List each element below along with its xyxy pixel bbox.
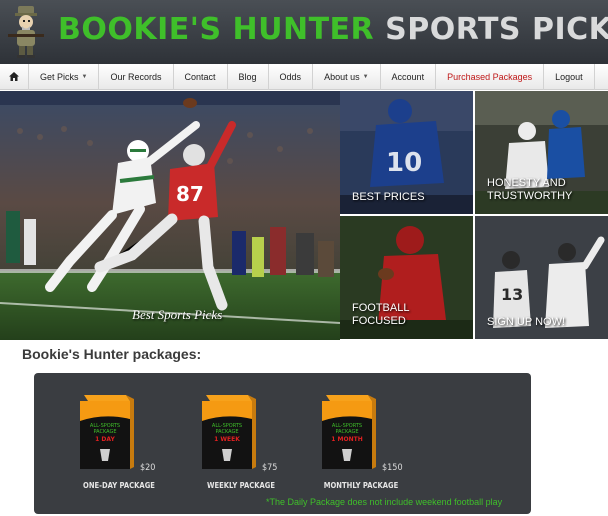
feature-tiles: 10 BEST PRICES HONESTY AND TRUSTWORTHY F…: [340, 91, 608, 340]
nav-home[interactable]: [0, 63, 29, 90]
nav-label: Blog: [238, 71, 257, 82]
home-icon: [9, 72, 19, 81]
nav-our-records[interactable]: Our Records: [99, 63, 174, 90]
tile-honesty[interactable]: HONESTY AND TRUSTWORTHY: [475, 91, 608, 214]
nav-get-picks[interactable]: Get Picks ▼: [29, 63, 100, 90]
nav-label: Our Records: [110, 71, 162, 82]
main-navigation: Get Picks ▼ Our Records Contact Blog Odds…: [0, 63, 608, 90]
nav-label: Contact: [184, 71, 216, 82]
nav-odds[interactable]: Odds: [269, 63, 314, 90]
nav-contact[interactable]: Contact: [174, 63, 228, 90]
nav-account[interactable]: Account: [381, 63, 437, 90]
package-box-image: ALL-SPORTS PACKAGE 1 DAY: [80, 395, 134, 469]
hunter-mascot-logo[interactable]: [6, 4, 46, 60]
box-title: ALL-SPORTS PACKAGE: [212, 423, 242, 435]
tile-football-focused[interactable]: FOOTBALL FOCUSED: [340, 216, 473, 339]
nav-purchased-packages[interactable]: Purchased Packages: [436, 63, 545, 90]
nav-blog[interactable]: Blog: [228, 63, 269, 90]
package-name: WEEKLY PACKAGE: [207, 481, 275, 490]
chevron-down-icon: ▼: [362, 73, 369, 80]
chevron-down-icon: ▼: [81, 73, 88, 80]
box-title: ALL-SPORTS PACKAGE: [90, 423, 120, 435]
nav-about-us[interactable]: About us ▼: [313, 63, 381, 90]
svg-text:10: 10: [386, 148, 422, 178]
svg-text:13: 13: [501, 285, 523, 304]
site-header: BOOKIE'S HUNTER SPORTS PICKS: [0, 0, 608, 64]
package-box-image: ALL-SPORTS PACKAGE 1 WEEK: [202, 395, 256, 469]
site-title-bookies: BOOKIE'S HUNTER: [58, 12, 375, 47]
box-duration: 1 DAY: [95, 436, 115, 443]
nav-label: Purchased Packages: [447, 71, 533, 82]
nav-label: Odds: [279, 71, 302, 82]
football-catch-photo: 87 Best Sports Picks: [0, 91, 340, 340]
tile-best-prices[interactable]: 10 BEST PRICES: [340, 91, 473, 214]
hero-caption: Best Sports Picks: [132, 307, 222, 322]
tile-label: BEST PRICES: [352, 191, 425, 203]
nav-label: Account: [391, 71, 425, 82]
package-box-image: ALL-SPORTS PACKAGE 1 MONTH: [322, 395, 376, 469]
site-title[interactable]: BOOKIE'S HUNTER SPORTS PICKS: [58, 12, 608, 47]
tile-label: HONESTY AND TRUSTWORTHY: [487, 177, 573, 202]
tile-label: SIGN UP NOW!: [487, 316, 566, 328]
box-title: ALL-SPORTS PACKAGE: [332, 423, 362, 435]
package-weekly[interactable]: ALL-SPORTS PACKAGE 1 WEEK $75 WEEKLY PACK…: [192, 387, 302, 497]
site-title-sports: SPORTS PICKS: [385, 12, 608, 47]
packages-heading: Bookie's Hunter packages:: [22, 346, 202, 362]
package-note: *The Daily Package does not include week…: [266, 497, 503, 507]
package-name: ONE-DAY PACKAGE: [83, 481, 155, 490]
hero-banner[interactable]: 87 Best Sports Picks: [0, 91, 340, 340]
packages-panel: ALL-SPORTS PACKAGE 1 DAY $20 ONE-DAY PACK…: [34, 373, 531, 514]
nav-logout[interactable]: Logout: [544, 63, 595, 90]
tile-sign-up[interactable]: 13 SIGN UP NOW!: [475, 216, 608, 339]
box-duration: 1 MONTH: [331, 436, 362, 443]
svg-text:87: 87: [176, 182, 204, 206]
nav-label: About us: [324, 71, 360, 82]
package-name: MONTHLY PACKAGE: [323, 481, 399, 490]
package-one-day[interactable]: ALL-SPORTS PACKAGE 1 DAY $20 ONE-DAY PACK…: [70, 387, 180, 497]
tile-label: FOOTBALL FOCUSED: [352, 302, 410, 327]
package-price: $20: [140, 463, 156, 473]
box-duration: 1 WEEK: [214, 436, 240, 443]
package-price: $150: [382, 463, 403, 473]
nav-label: Get Picks: [40, 71, 79, 82]
package-monthly[interactable]: ALL-SPORTS PACKAGE 1 MONTH $150 MONTHLY P…: [312, 387, 422, 497]
nav-label: Logout: [555, 71, 583, 82]
package-price: $75: [262, 463, 278, 473]
